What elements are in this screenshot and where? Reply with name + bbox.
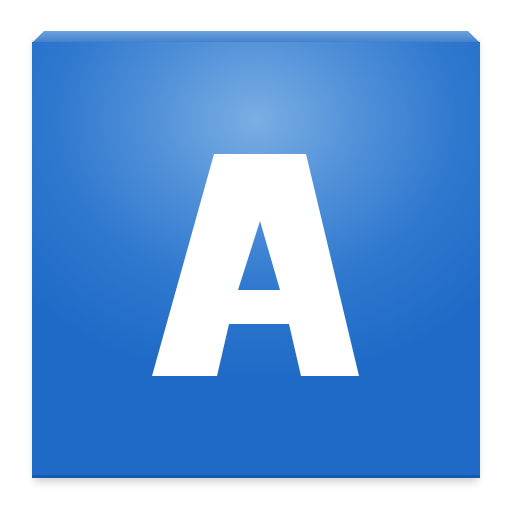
tile-face: A <box>32 42 480 478</box>
app-icon: A <box>0 0 512 512</box>
letter-a-glyph: A <box>152 154 359 376</box>
